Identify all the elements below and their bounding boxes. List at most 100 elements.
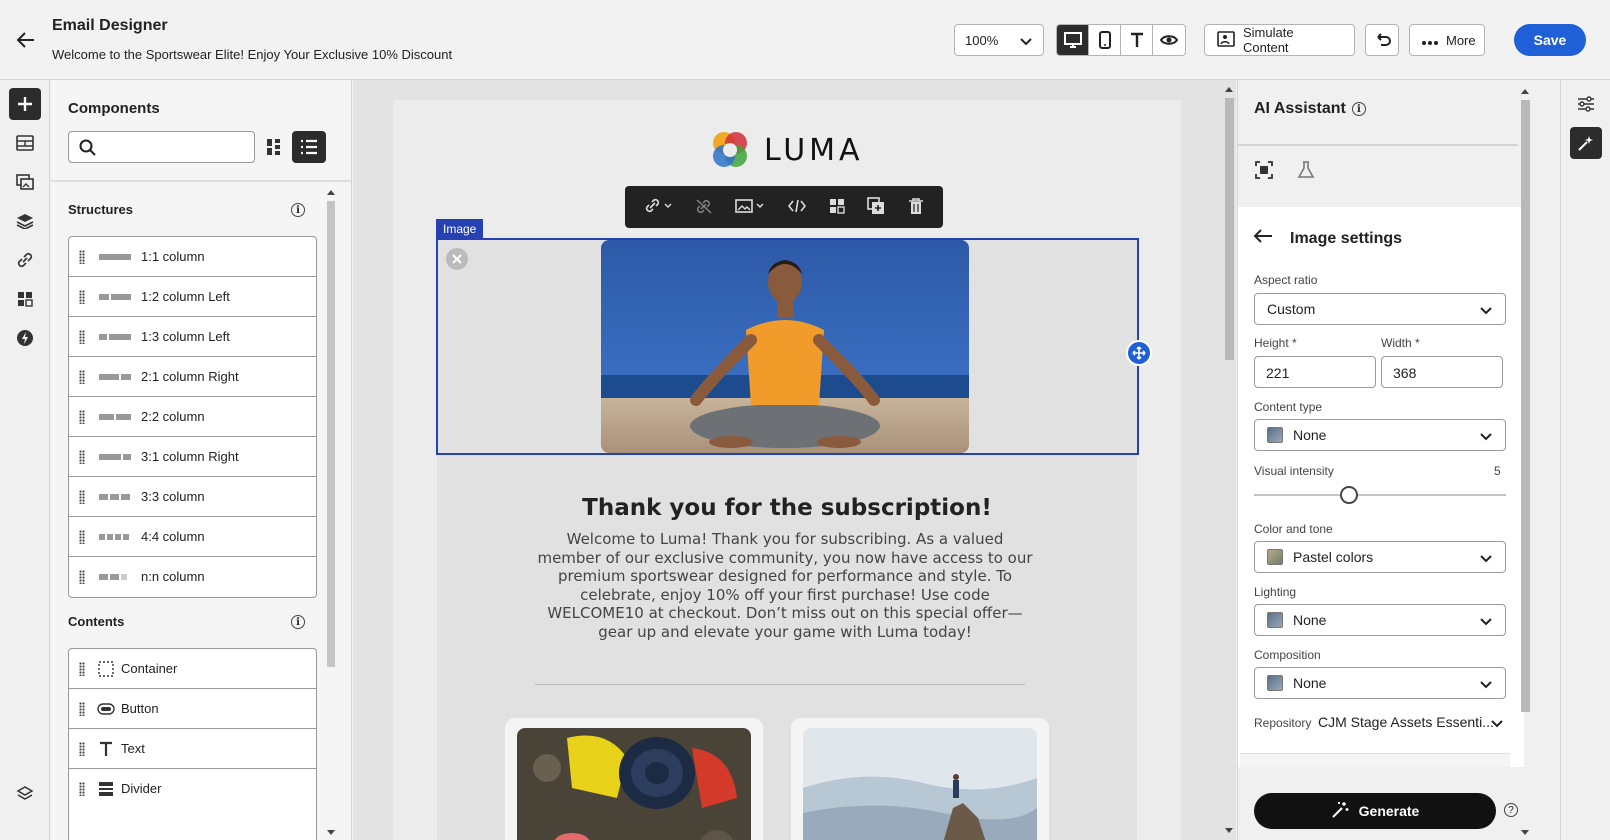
image-options-icon[interactable]	[735, 198, 765, 217]
drag-handle-icon[interactable]	[79, 330, 85, 344]
selected-image-block[interactable]	[436, 238, 1139, 455]
email-body-text[interactable]: Welcome to Luma! Thank you for subscribi…	[535, 530, 1035, 641]
undo-button[interactable]	[1365, 24, 1399, 56]
email-divider[interactable]	[535, 684, 1025, 685]
drag-handle-icon[interactable]	[79, 782, 85, 796]
width-input[interactable]: 368	[1381, 356, 1503, 388]
info-icon[interactable]: i	[291, 203, 305, 217]
product-image[interactable]	[803, 728, 1037, 840]
aspect-ratio-select[interactable]: Custom	[1254, 293, 1506, 325]
personalization-icon[interactable]	[9, 283, 41, 315]
unlink-icon[interactable]	[695, 198, 713, 217]
structure-item[interactable]: 2:2 column	[69, 397, 316, 437]
structure-item[interactable]: 3:1 column Right	[69, 437, 316, 477]
more-button[interactable]: More	[1409, 24, 1485, 56]
product-card[interactable]	[791, 718, 1049, 840]
drag-handle-icon[interactable]	[79, 490, 85, 504]
email-heading[interactable]: Thank you for the subscription!	[393, 495, 1181, 521]
layers-stack-icon[interactable]	[9, 778, 41, 810]
color-tone-value: Pastel colors	[1293, 549, 1374, 565]
generate-button[interactable]: Generate	[1254, 793, 1496, 829]
code-icon[interactable]	[787, 199, 806, 216]
drag-handle-icon[interactable]	[79, 450, 85, 464]
close-icon[interactable]	[446, 248, 468, 270]
add-components-icon[interactable]	[9, 88, 41, 120]
color-tone-select[interactable]: Pastel colors	[1254, 541, 1506, 573]
drag-handle-icon[interactable]	[79, 410, 85, 424]
structure-item[interactable]: 2:1 column Right	[69, 357, 316, 397]
assets-icon[interactable]	[9, 166, 41, 198]
ai-assistant-icon[interactable]	[1570, 127, 1602, 159]
list-view-icon[interactable]	[292, 131, 326, 163]
info-icon[interactable]: i	[291, 615, 305, 629]
layers-icon[interactable]	[9, 205, 41, 237]
chevron-down-icon[interactable]	[1490, 716, 1504, 733]
structure-item[interactable]: 1:1 column	[69, 237, 316, 277]
hero-yoga-image[interactable]	[601, 240, 969, 453]
lighting-select[interactable]: None	[1254, 604, 1506, 636]
structure-item[interactable]: 3:3 column	[69, 477, 316, 517]
grid-view-icon[interactable]	[257, 131, 291, 163]
link-icon[interactable]	[644, 198, 672, 217]
ai-scrollbar[interactable]	[1518, 86, 1532, 840]
grid-layout-icon[interactable]	[829, 198, 845, 217]
aspect-ratio-value: Custom	[1267, 301, 1316, 317]
settings-horizontal-scrollbar[interactable]	[1240, 753, 1510, 767]
height-input[interactable]: 221	[1254, 356, 1376, 388]
height-label: Height *	[1254, 336, 1297, 350]
content-item-container[interactable]: Container	[69, 649, 316, 689]
help-icon[interactable]: ?	[1504, 803, 1518, 817]
column-layout-icon	[99, 332, 133, 342]
simulate-content-button[interactable]: Simulate Content	[1204, 24, 1355, 56]
repository-select[interactable]: CJM Stage Assets Essenti...	[1318, 714, 1494, 730]
flask-icon[interactable]	[1296, 160, 1316, 183]
divider-icon	[97, 780, 115, 798]
back-arrow-icon[interactable]	[14, 28, 38, 52]
settings-sliders-icon[interactable]	[1570, 88, 1602, 120]
fragments-icon[interactable]	[9, 127, 41, 159]
components-scrollbar[interactable]	[325, 187, 337, 840]
eye-icon[interactable]	[1153, 25, 1185, 55]
drag-handle-icon[interactable]	[79, 290, 85, 304]
delete-icon[interactable]	[908, 197, 924, 218]
drag-handle-icon[interactable]	[79, 742, 85, 756]
drag-handle-icon[interactable]	[79, 662, 85, 676]
product-image[interactable]	[517, 728, 751, 840]
desktop-icon[interactable]	[1057, 25, 1089, 55]
zoom-select[interactable]: 100%	[954, 24, 1044, 56]
mobile-icon[interactable]	[1089, 25, 1121, 55]
structure-item[interactable]: 1:2 column Left	[69, 277, 316, 317]
visual-intensity-slider[interactable]	[1340, 486, 1358, 504]
luma-logo[interactable]: LUMA	[708, 128, 864, 172]
content-item-divider[interactable]: Divider	[69, 769, 316, 809]
product-card[interactable]	[505, 718, 763, 840]
focus-frame-icon[interactable]	[1254, 160, 1274, 183]
structure-item[interactable]: 1:3 column Left	[69, 317, 316, 357]
drag-handle-icon[interactable]	[79, 570, 85, 584]
duplicate-icon[interactable]	[867, 196, 885, 218]
info-icon[interactable]: i	[1351, 102, 1366, 116]
drag-handle-icon[interactable]	[79, 250, 85, 264]
components-search-input[interactable]	[68, 131, 255, 163]
canvas-scrollbar[interactable]	[1222, 80, 1236, 840]
chevron-down-icon	[1479, 677, 1493, 694]
content-item-text[interactable]: Text	[69, 729, 316, 769]
composition-select[interactable]: None	[1254, 667, 1506, 699]
color-tone-label: Color and tone	[1254, 522, 1333, 536]
structure-item[interactable]: n:n column	[69, 557, 316, 597]
ai-assistant-heading: AI Assistant i	[1254, 100, 1366, 118]
links-icon[interactable]	[9, 244, 41, 276]
visual-intensity-track[interactable]	[1254, 494, 1506, 496]
save-button[interactable]: Save	[1514, 24, 1586, 56]
add-block-handle[interactable]	[1126, 340, 1152, 366]
app-header: Email Designer Welcome to the Sportswear…	[0, 0, 1610, 80]
conditions-icon[interactable]	[9, 322, 41, 354]
content-item-button[interactable]: Button	[69, 689, 316, 729]
structure-item[interactable]: 4:4 column	[69, 517, 316, 557]
drag-handle-icon[interactable]	[79, 702, 85, 716]
drag-handle-icon[interactable]	[79, 530, 85, 544]
back-arrow-icon[interactable]	[1252, 227, 1274, 250]
text-view-icon[interactable]	[1121, 25, 1153, 55]
drag-handle-icon[interactable]	[79, 370, 85, 384]
content-type-select[interactable]: None	[1254, 419, 1506, 451]
